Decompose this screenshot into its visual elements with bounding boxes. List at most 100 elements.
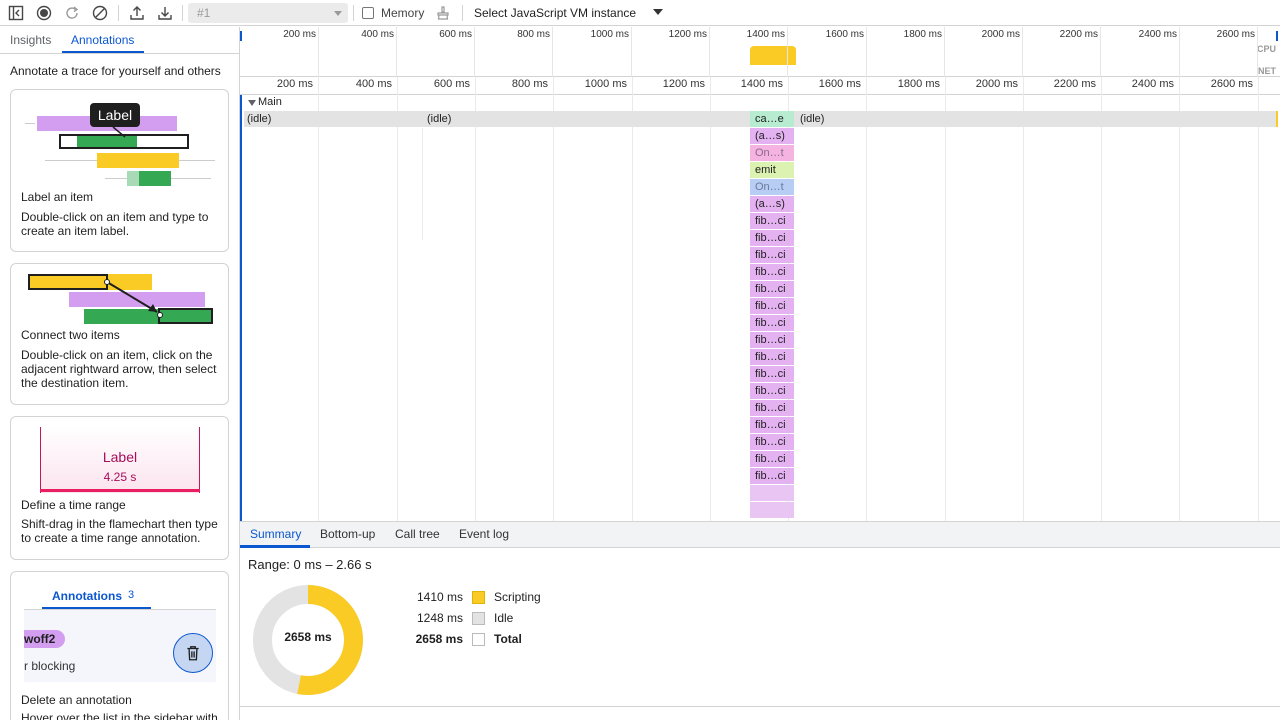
overview-tick-label: 600 ms: [439, 29, 472, 40]
flame-call-frame[interactable]: fib…ci: [750, 366, 794, 382]
flame-call-frame[interactable]: fib…ci: [750, 451, 794, 467]
overview-gridline: [709, 27, 710, 77]
flame-call-frame[interactable]: ca…e: [750, 111, 794, 127]
expand-triangle-icon[interactable]: [248, 100, 256, 106]
flame-call-frame[interactable]: [750, 485, 794, 501]
flame-call-frame[interactable]: fib…ci: [750, 468, 794, 484]
overview-tick-label: 1000 ms: [590, 29, 629, 40]
flame-call-frame[interactable]: fib…ci: [750, 383, 794, 399]
overview-tick-label: 2200 ms: [1059, 29, 1098, 40]
tab-bottom-up[interactable]: Bottom-up: [320, 527, 375, 541]
record-icon[interactable]: [34, 3, 54, 23]
legend-name: Total: [494, 632, 522, 646]
flame-call-frame[interactable]: fib…ci: [750, 332, 794, 348]
tab-insights[interactable]: Insights: [10, 33, 51, 47]
illustration-connector: [112, 126, 126, 138]
overview-gridline: [396, 27, 397, 77]
memory-checkbox[interactable]: [362, 7, 374, 19]
overview-gridline: [552, 27, 553, 77]
garbage-collect-icon[interactable]: [433, 3, 453, 23]
flame-call-frame[interactable]: fib…ci: [750, 247, 794, 263]
trace-select-value: #1: [197, 6, 211, 20]
reload-record-icon[interactable]: [62, 3, 82, 23]
trace-select[interactable]: #1: [188, 3, 348, 23]
illustration-tab-count: 3: [128, 589, 135, 601]
card-title: Connect two items: [21, 328, 120, 342]
legend-name: Scripting: [494, 590, 541, 604]
illustration-bar-light-green: [127, 171, 139, 186]
legend-value: 1248 ms: [416, 611, 463, 625]
chevron-down-icon: [334, 11, 342, 16]
illustration-label-tooltip: Label: [90, 103, 140, 127]
tab-event-log[interactable]: Event log: [459, 527, 509, 541]
card-title: Label an item: [21, 190, 94, 204]
overview-right-handle[interactable]: [1276, 31, 1278, 41]
legend-value: 1410 ms: [416, 590, 463, 604]
tab-call-tree[interactable]: Call tree: [395, 527, 440, 541]
legend-name: Idle: [494, 611, 514, 625]
toolbar-divider: [182, 5, 183, 21]
donut-total-label: 2658 ms: [284, 630, 332, 644]
upload-icon[interactable]: [127, 3, 147, 23]
overview-gridline: [474, 27, 475, 77]
active-tab-indicator: [240, 545, 310, 548]
toggle-sidebar-icon[interactable]: [6, 3, 26, 23]
flame-call-frame[interactable]: (a…s): [750, 128, 794, 144]
main-track-label: Main: [258, 96, 282, 108]
flame-call-frame[interactable]: On…t: [750, 145, 794, 161]
tab-annotations[interactable]: Annotations: [71, 33, 134, 47]
cpu-label: CPU: [1256, 44, 1276, 54]
overview-tick-label: 1600 ms: [825, 29, 864, 40]
overview-tick-label: 2600 ms: [1216, 29, 1255, 40]
summary-range: Range: 0 ms – 2.66 s: [248, 557, 372, 572]
main-thread-track[interactable]: Main (idle) (idle) (idle) ca…e (a…s) On…t emit…: [240, 95, 1280, 521]
tutorial-card-label-item: Label Label an item Double-click on an i…: [10, 89, 229, 252]
flame-call-frame[interactable]: fib…ci: [750, 230, 794, 246]
overview-left-handle[interactable]: [240, 31, 242, 41]
flame-call-frame[interactable]: emit: [750, 162, 794, 178]
illustration-text: r blocking: [24, 659, 76, 673]
flame-idle-label[interactable]: (idle): [795, 111, 885, 127]
overview-tick-label: 2000 ms: [981, 29, 1020, 40]
flame-call-frame[interactable]: fib…ci: [750, 281, 794, 297]
flame-call-frame[interactable]: fib…ci: [750, 298, 794, 314]
tab-summary[interactable]: Summary: [250, 527, 301, 541]
download-icon[interactable]: [155, 3, 175, 23]
flame-call-frame[interactable]: On…t: [750, 179, 794, 195]
timeline-overview[interactable]: CPU NET 200 ms 400 ms 600 ms 800 ms 1000 ms 1…: [240, 27, 1280, 77]
flame-call-frame[interactable]: fib…ci: [750, 417, 794, 433]
chevron-down-icon[interactable]: [653, 9, 663, 15]
ruler-tick-label: 600 ms: [433, 78, 470, 90]
flame-call-frame[interactable]: fib…ci: [750, 349, 794, 365]
flame-call-frame[interactable]: [750, 502, 794, 518]
illustration-destination-bar: [158, 308, 213, 324]
timeline-ruler: 200 ms 400 ms 600 ms 800 ms 1000 ms 1200 ms 14…: [240, 77, 1280, 95]
ruler-tick-label: 1200 ms: [662, 78, 705, 90]
illustration-range-label: Label: [102, 449, 138, 465]
overview-tick-label: 200 ms: [283, 29, 316, 40]
overview-gridline: [1257, 27, 1258, 77]
flame-call-frame[interactable]: fib…ci: [750, 434, 794, 450]
overview-gridline: [318, 27, 319, 77]
card-title: Delete an annotation: [21, 693, 132, 707]
timeline-panel[interactable]: CPU NET 200 ms 400 ms 600 ms 800 ms 1000 ms 1…: [240, 27, 1280, 521]
overview-gridline: [787, 27, 788, 77]
illustration-bar-yellow: [97, 153, 179, 168]
ruler-tick-label: 2200 ms: [1053, 78, 1096, 90]
toolbar-divider: [353, 5, 354, 21]
ruler-tick-label: 1600 ms: [818, 78, 861, 90]
flame-idle-label[interactable]: (idle): [422, 111, 512, 127]
flame-idle-label[interactable]: (idle): [242, 111, 412, 127]
illustration-track: [25, 123, 35, 124]
clear-icon[interactable]: [90, 3, 110, 23]
flame-call-frame[interactable]: fib…ci: [750, 264, 794, 280]
overview-tick-label: 800 ms: [517, 29, 550, 40]
legend-value: 2658 ms: [415, 632, 463, 646]
flame-idle-marker: [422, 128, 423, 240]
flame-call-frame[interactable]: (a…s): [750, 196, 794, 212]
active-tab-indicator: [62, 51, 144, 53]
vm-instance-select[interactable]: Select JavaScript VM instance: [474, 6, 636, 20]
flame-call-frame[interactable]: fib…ci: [750, 315, 794, 331]
flame-call-frame[interactable]: fib…ci: [750, 213, 794, 229]
flame-call-frame[interactable]: fib…ci: [750, 400, 794, 416]
